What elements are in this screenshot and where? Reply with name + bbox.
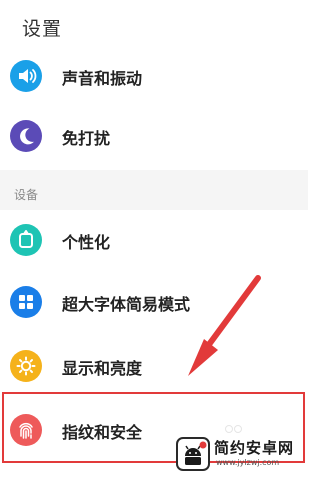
- settings-item-label: 个性化: [62, 233, 111, 252]
- settings-item-do-not-disturb[interactable]: 免打扰: [0, 106, 308, 166]
- watermark-url: www.jylzwj.com: [216, 458, 280, 467]
- grid-icon: [10, 286, 42, 318]
- section-title: 设备: [14, 188, 39, 202]
- watermark-name: 简约安卓网: [214, 439, 295, 457]
- settings-item-display-brightness[interactable]: 显示和亮度: [0, 336, 308, 396]
- android-logo-icon: [176, 437, 210, 471]
- personalize-icon: [10, 224, 42, 256]
- sun-icon: [10, 350, 42, 382]
- settings-item-label: 声音和振动: [62, 69, 143, 88]
- settings-item-label: 超大字体简易模式: [62, 295, 191, 314]
- settings-item-label: 显示和亮度: [62, 359, 143, 378]
- moon-icon: [10, 120, 42, 152]
- speaker-icon: [10, 60, 42, 92]
- page-title: 设置: [22, 18, 63, 40]
- settings-item-personalization[interactable]: 个性化: [0, 210, 308, 270]
- settings-item-large-font-mode[interactable]: 超大字体简易模式: [0, 272, 308, 332]
- watermark: 简约安卓网 www.jylzwj.com: [176, 433, 304, 477]
- settings-item-label: 免打扰: [62, 129, 111, 148]
- settings-screen: 设置 声音和振动 免打扰 设备 个性化 超大字体简易模式 显示和亮度 指纹和安全…: [0, 0, 308, 481]
- settings-item-sound-vibration[interactable]: 声音和振动: [0, 46, 308, 106]
